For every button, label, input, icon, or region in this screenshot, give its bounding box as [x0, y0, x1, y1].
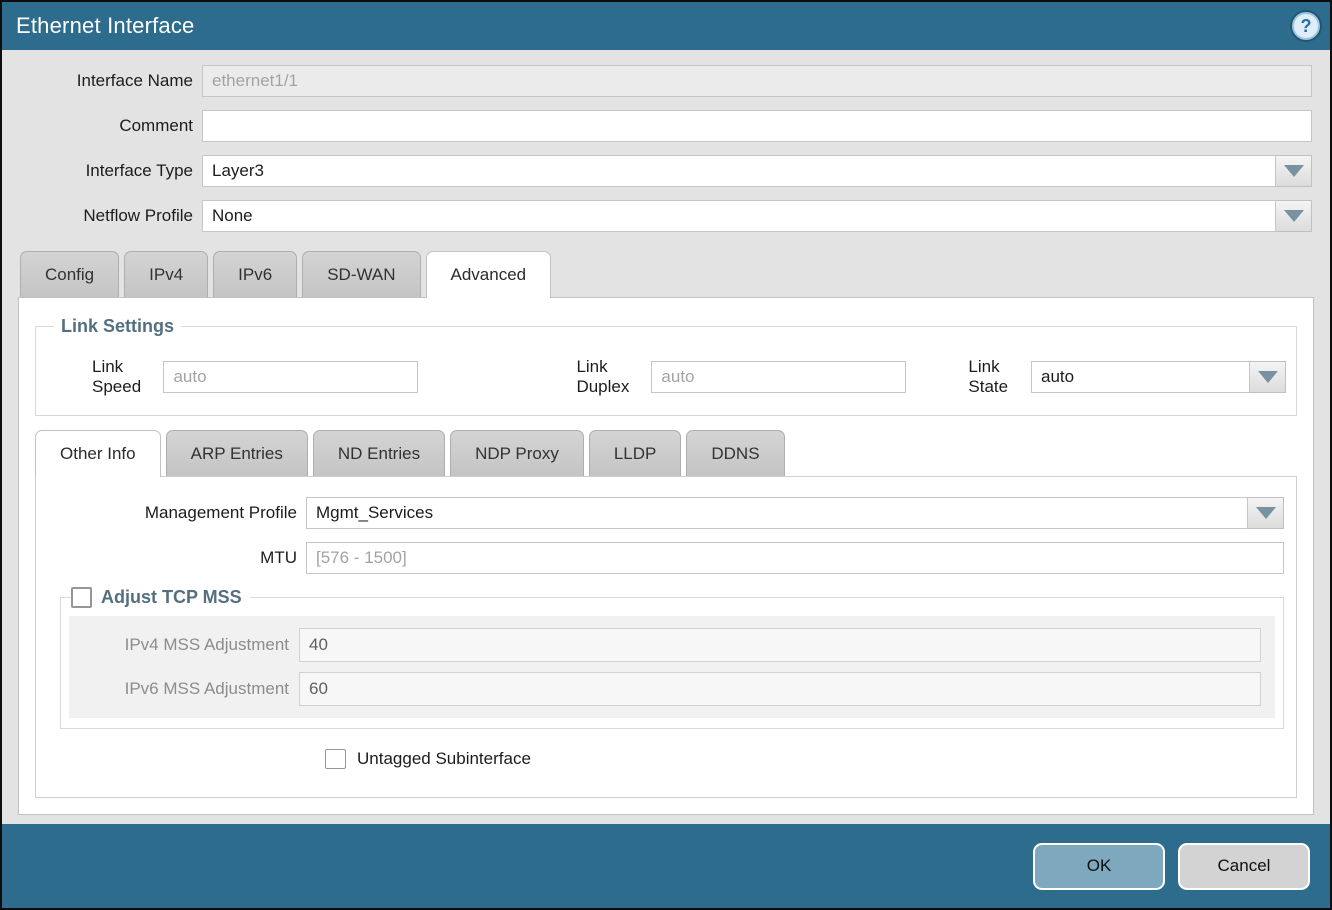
advanced-tab-panel: Link Settings Link Speed Link Duplex Lin…: [18, 297, 1314, 815]
chevron-down-icon: [1284, 210, 1304, 222]
tab-nd-entries[interactable]: ND Entries: [313, 430, 445, 476]
link-speed-field[interactable]: [163, 361, 418, 393]
tab-ndp-proxy[interactable]: NDP Proxy: [450, 430, 584, 476]
link-settings-row: Link Speed Link Duplex Link State: [46, 349, 1286, 397]
mtu-field[interactable]: [306, 542, 1284, 574]
management-profile-row: Management Profile: [48, 497, 1284, 529]
mss-fields-box: IPv4 MSS Adjustment IPv6 MSS Adjustment: [69, 616, 1275, 718]
tab-ipv4[interactable]: IPv4: [124, 251, 208, 297]
link-speed-label: Link Speed: [92, 357, 163, 397]
link-state-label: Link State: [968, 357, 1031, 397]
untagged-subinterface-checkbox[interactable]: [325, 749, 346, 769]
mtu-row: MTU: [48, 542, 1284, 574]
ok-button[interactable]: OK: [1033, 843, 1165, 890]
adjust-tcp-mss-checkbox[interactable]: [71, 587, 92, 608]
tab-config[interactable]: Config: [20, 251, 119, 297]
link-settings-legend: Link Settings: [54, 316, 181, 337]
tab-lldp[interactable]: LLDP: [589, 430, 682, 476]
link-duplex-label: Link Duplex: [576, 357, 651, 397]
interface-type-dropdown-button[interactable]: [1276, 155, 1312, 187]
inner-tabstrip: Other Info ARP Entries ND Entries NDP Pr…: [35, 430, 1297, 476]
other-info-section: Other Info ARP Entries ND Entries NDP Pr…: [35, 430, 1297, 798]
tab-arp-entries[interactable]: ARP Entries: [166, 430, 308, 476]
other-info-panel: Management Profile MTU: [35, 476, 1297, 798]
main-tabstrip: Config IPv4 IPv6 SD-WAN Advanced: [2, 251, 1330, 297]
ethernet-interface-dialog: Ethernet Interface ? Interface Name Comm…: [0, 0, 1332, 910]
ipv4-mss-field: [299, 628, 1261, 662]
untagged-subinterface-row: Untagged Subinterface: [325, 749, 1284, 769]
tab-other-info[interactable]: Other Info: [35, 430, 161, 477]
tab-sdwan[interactable]: SD-WAN: [302, 251, 420, 297]
adjust-tcp-mss-legend: Adjust TCP MSS: [71, 587, 250, 608]
interface-name-field: [202, 65, 1312, 97]
link-duplex-field[interactable]: [651, 361, 906, 393]
management-profile-field[interactable]: [306, 497, 1248, 529]
netflow-profile-label: Netflow Profile: [18, 206, 202, 226]
tab-advanced[interactable]: Advanced: [426, 251, 552, 298]
comment-row: Comment: [18, 110, 1312, 142]
ipv4-mss-row: IPv4 MSS Adjustment: [69, 628, 1261, 662]
netflow-profile-row: Netflow Profile: [18, 200, 1312, 232]
comment-field[interactable]: [202, 110, 1312, 142]
mtu-label: MTU: [48, 548, 306, 568]
chevron-down-icon: [1284, 165, 1304, 177]
untagged-subinterface-label: Untagged Subinterface: [357, 749, 531, 769]
adjust-tcp-mss-label: Adjust TCP MSS: [101, 587, 242, 608]
link-settings-group: Link Settings Link Speed Link Duplex Lin…: [35, 316, 1297, 416]
chevron-down-icon: [1256, 507, 1276, 519]
interface-name-row: Interface Name: [18, 65, 1312, 97]
footer-bar: OK Cancel: [2, 824, 1330, 908]
interface-type-field[interactable]: [202, 155, 1276, 187]
chevron-down-icon: [1258, 371, 1278, 383]
ipv6-mss-field: [299, 672, 1261, 706]
ipv6-mss-label: IPv6 MSS Adjustment: [69, 679, 299, 699]
tab-ipv6[interactable]: IPv6: [213, 251, 297, 297]
top-form: Interface Name Comment Interface Type Ne…: [2, 50, 1330, 251]
interface-type-label: Interface Type: [18, 161, 202, 181]
interface-type-row: Interface Type: [18, 155, 1312, 187]
management-profile-dropdown-button[interactable]: [1248, 497, 1284, 529]
cancel-button[interactable]: Cancel: [1178, 843, 1310, 890]
netflow-profile-dropdown-button[interactable]: [1276, 200, 1312, 232]
titlebar: Ethernet Interface ?: [2, 2, 1330, 50]
ipv4-mss-label: IPv4 MSS Adjustment: [69, 635, 299, 655]
comment-label: Comment: [18, 116, 202, 136]
help-icon[interactable]: ?: [1292, 12, 1320, 40]
interface-name-label: Interface Name: [18, 71, 202, 91]
tab-ddns[interactable]: DDNS: [686, 430, 784, 476]
dialog-title: Ethernet Interface: [16, 13, 194, 39]
netflow-profile-field[interactable]: [202, 200, 1276, 232]
link-state-dropdown-button[interactable]: [1250, 361, 1286, 393]
management-profile-label: Management Profile: [48, 503, 306, 523]
adjust-tcp-mss-group: Adjust TCP MSS IPv4 MSS Adjustment IPv6 …: [60, 587, 1284, 729]
link-state-field[interactable]: [1031, 361, 1250, 393]
ipv6-mss-row: IPv6 MSS Adjustment: [69, 672, 1261, 706]
